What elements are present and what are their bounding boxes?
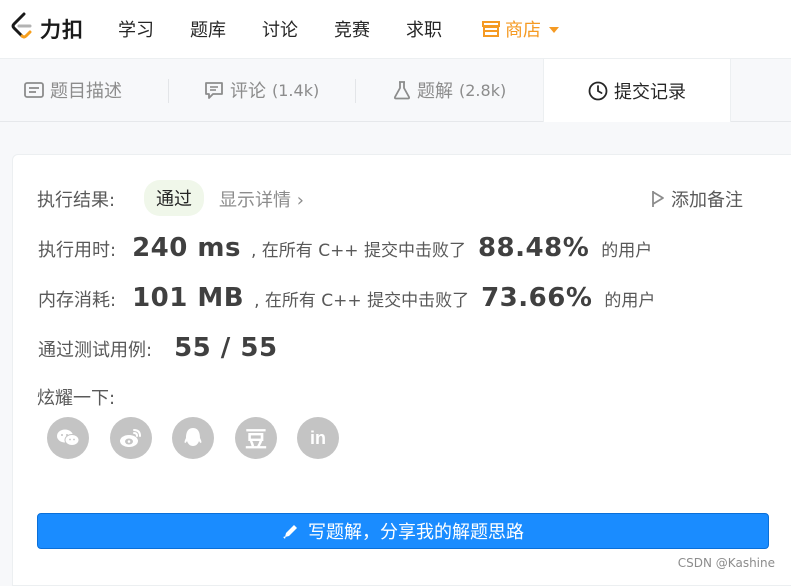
testcases-value: 55 / 55: [174, 333, 278, 363]
store-label: 商店: [505, 20, 541, 41]
show-details-link[interactable]: 显示详情 ›: [219, 186, 304, 212]
nav-item-discuss[interactable]: 讨论: [262, 16, 298, 42]
runtime-text: , 在所有 C++ 提交中击败了: [250, 241, 466, 261]
problem-tab-bar: 题目描述 评论 (1.4k) 题解 (2.8k) 提交记录: [0, 59, 791, 122]
nav-item-contest[interactable]: 竞赛: [334, 16, 370, 42]
submission-result-card: 执行结果: 通过 显示详情 › 添加备注 执行用时: 240 ms , 在所有 …: [12, 154, 791, 586]
tab-label: 题目描述: [50, 81, 122, 102]
weibo-icon[interactable]: [110, 417, 152, 459]
tab-divider: [168, 79, 169, 103]
testcases-row: 通过测试用例: 55 / 55: [38, 333, 278, 363]
nav-item-learn[interactable]: 学习: [118, 16, 154, 42]
runtime-value: 240 ms: [132, 233, 241, 263]
memory-value: 101 MB: [132, 283, 245, 313]
chevron-down-icon: [549, 27, 559, 33]
linkedin-glyph: in: [310, 427, 326, 448]
douban-icon[interactable]: 豆: [235, 417, 277, 459]
status-badge: 通过: [144, 180, 204, 216]
logo-text[interactable]: 力扣: [40, 14, 84, 44]
tab-label: 题解: [417, 81, 453, 102]
clock-icon: [588, 81, 608, 101]
share-label: 炫耀一下:: [37, 388, 116, 409]
write-solution-label: 写题解，分享我的解题思路: [308, 522, 524, 543]
linkedin-icon[interactable]: in: [297, 417, 339, 459]
comment-icon: [204, 80, 224, 100]
nav-item-store[interactable]: 商店: [481, 16, 559, 42]
douban-glyph: 豆: [244, 428, 267, 453]
tab-comments[interactable]: 评论 (1.4k): [204, 59, 319, 121]
result-label: 执行结果:: [37, 190, 116, 211]
description-icon: [24, 81, 44, 99]
memory-label: 内存消耗:: [38, 290, 117, 311]
tab-description[interactable]: 题目描述: [24, 59, 122, 121]
tab-submissions[interactable]: 提交记录: [543, 59, 731, 122]
tab-count: (2.8k): [459, 80, 507, 100]
watermark: CSDN @Kashine: [677, 556, 775, 570]
runtime-row: 执行用时: 240 ms , 在所有 C++ 提交中击败了 88.48% 的用户: [38, 233, 652, 263]
tab-label: 提交记录: [614, 81, 686, 103]
wechat-icon[interactable]: [47, 417, 89, 459]
runtime-suffix: 的用户: [601, 241, 653, 261]
add-note-button[interactable]: 添加备注: [651, 186, 743, 212]
runtime-percent: 88.48%: [477, 233, 590, 263]
add-note-label: 添加备注: [671, 190, 743, 211]
top-nav: 力扣 学习 题库 讨论 竞赛 求职 商店: [0, 0, 791, 59]
tab-count: (1.4k): [272, 80, 320, 100]
memory-row: 内存消耗: 101 MB , 在所有 C++ 提交中击败了 73.66% 的用户: [38, 283, 655, 313]
tab-divider: [355, 79, 356, 103]
nav-item-problemset[interactable]: 题库: [190, 16, 226, 42]
memory-suffix: 的用户: [604, 291, 656, 311]
runtime-label: 执行用时:: [38, 240, 117, 261]
store-icon: [482, 21, 500, 37]
testcases-label: 通过测试用例:: [38, 340, 153, 361]
leetcode-logo-icon[interactable]: [10, 12, 34, 40]
write-solution-button[interactable]: 写题解，分享我的解题思路: [37, 513, 769, 549]
tab-solutions[interactable]: 题解 (2.8k): [393, 59, 506, 121]
pencil-icon: [283, 525, 297, 539]
tab-label: 评论: [230, 81, 266, 102]
nav-item-jobs[interactable]: 求职: [406, 16, 442, 42]
memory-text: , 在所有 C++ 提交中击败了: [254, 291, 470, 311]
memory-percent: 73.66%: [481, 283, 593, 313]
flag-icon: [652, 191, 664, 207]
flask-icon: [393, 80, 411, 100]
qq-icon[interactable]: [172, 417, 214, 459]
